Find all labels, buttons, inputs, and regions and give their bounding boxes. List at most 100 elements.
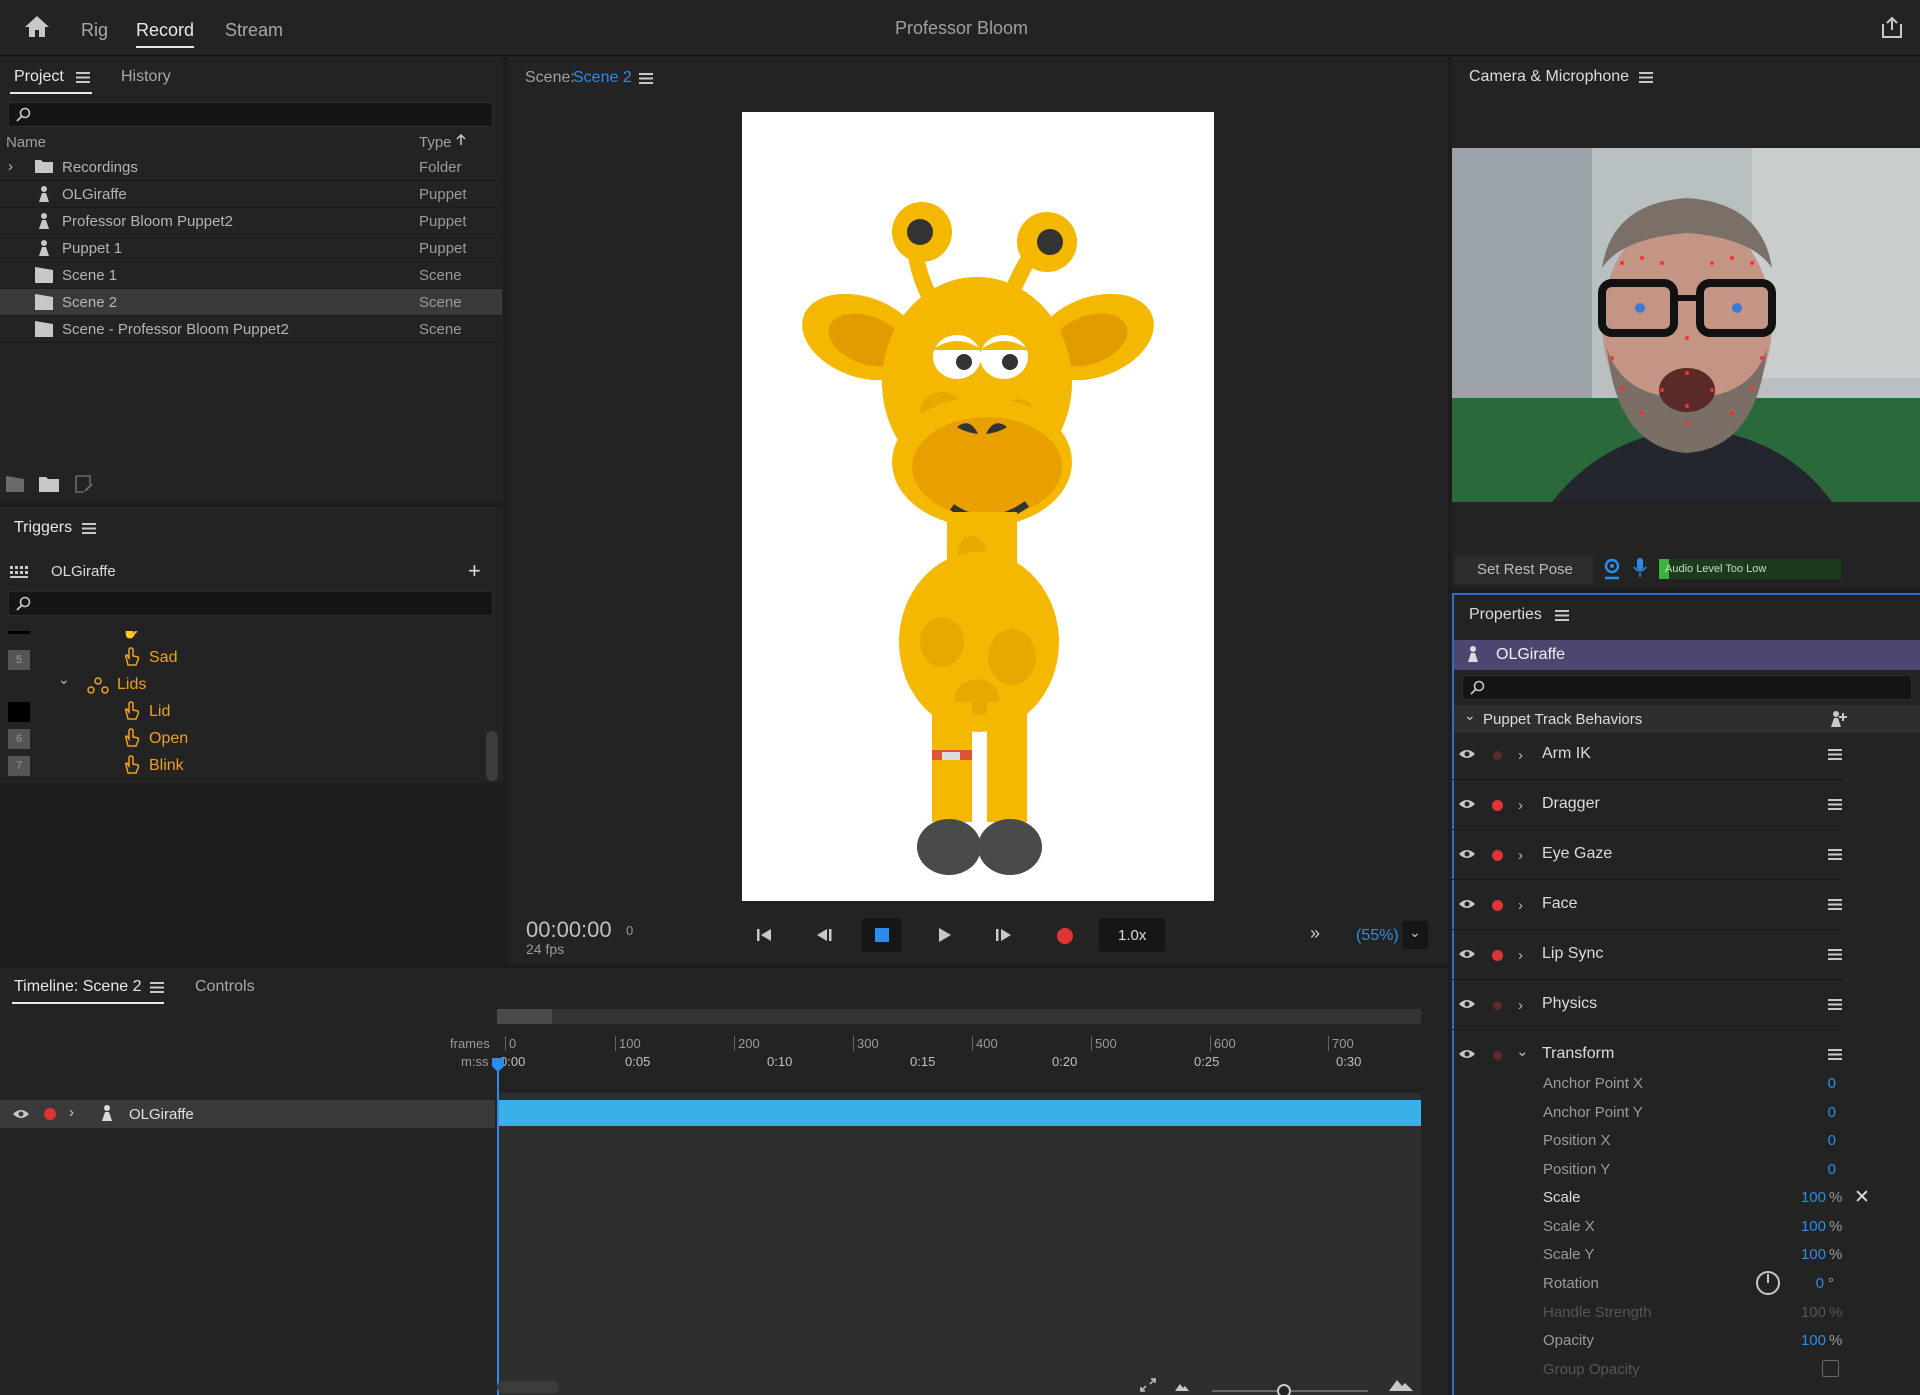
column-type-header[interactable]: Type: [419, 134, 452, 151]
list-item[interactable]: Scene - Professor Bloom Puppet2 Scene: [0, 316, 502, 343]
list-item[interactable]: › Recordings Folder: [0, 154, 502, 181]
eye-icon[interactable]: [12, 1108, 30, 1120]
eye-icon[interactable]: [1458, 848, 1476, 860]
triggers-scrollbar[interactable]: [486, 731, 498, 781]
behavior-menu-icon[interactable]: [1828, 799, 1842, 810]
new-folder-icon[interactable]: [38, 475, 60, 493]
playhead-handle[interactable]: [492, 1058, 504, 1072]
tab-history[interactable]: History: [121, 68, 171, 86]
add-behavior-icon[interactable]: [1829, 710, 1847, 728]
behavior-menu-icon[interactable]: [1828, 849, 1842, 860]
trigger-label[interactable]: Lid: [149, 703, 170, 721]
record-button[interactable]: [1057, 928, 1073, 944]
scene-stage[interactable]: [742, 112, 1214, 901]
fast-forward-icon[interactable]: »: [1310, 923, 1320, 944]
timeline-zoom-slider[interactable]: [1212, 1384, 1368, 1395]
add-trigger-button[interactable]: +: [468, 558, 481, 584]
properties-menu-icon[interactable]: [1555, 610, 1569, 621]
keyboard-icon[interactable]: [10, 566, 30, 578]
behavior-menu-icon[interactable]: [1828, 999, 1842, 1010]
chevron-right-icon[interactable]: ›: [69, 1104, 74, 1121]
new-item-icon[interactable]: [74, 474, 94, 494]
behavior-row-arm-ik[interactable]: › Arm IK: [1452, 730, 1842, 780]
track-header[interactable]: › OLGiraffe: [0, 1100, 495, 1128]
step-forward-icon[interactable]: [995, 927, 1013, 943]
stop-button[interactable]: [862, 918, 902, 952]
behavior-menu-icon[interactable]: [1828, 899, 1842, 910]
sort-ascending-icon[interactable]: [456, 134, 466, 146]
record-arm-dot[interactable]: [1492, 900, 1503, 911]
microphone-icon[interactable]: [1633, 557, 1647, 579]
list-item[interactable]: Scene 1 Scene: [0, 262, 502, 289]
triggers-search-input[interactable]: [8, 591, 493, 616]
chevron-right-icon[interactable]: ›: [1518, 897, 1523, 914]
param-value[interactable]: 100: [1780, 1332, 1826, 1349]
list-item[interactable]: OLGiraffe Puppet: [0, 181, 502, 208]
chevron-down-icon[interactable]: ⌄: [1516, 1042, 1529, 1060]
chevron-right-icon[interactable]: ›: [1518, 947, 1523, 964]
scene-menu-icon[interactable]: [639, 73, 653, 84]
trigger-label[interactable]: Sad: [149, 649, 177, 667]
tab-rig[interactable]: Rig: [81, 20, 108, 41]
tab-project[interactable]: Project: [14, 68, 64, 86]
tab-timeline[interactable]: Timeline: Scene 2: [14, 978, 141, 996]
behaviors-section-header[interactable]: ⌄ Puppet Track Behaviors: [1454, 705, 1920, 733]
tab-stream[interactable]: Stream: [225, 20, 283, 41]
list-item[interactable]: Puppet 1 Puppet: [0, 235, 502, 262]
timeline-scroll-thumb[interactable]: [497, 1009, 552, 1024]
timeline-hscroll[interactable]: [497, 1381, 559, 1393]
chevron-right-icon[interactable]: ›: [1518, 847, 1523, 864]
param-value[interactable]: 0: [1800, 1104, 1836, 1121]
eye-icon[interactable]: [1458, 748, 1476, 760]
chevron-down-icon[interactable]: ⌄: [58, 671, 70, 688]
record-arm-dot[interactable]: [1493, 751, 1502, 760]
behavior-row-transform[interactable]: ⌄ Transform: [1452, 1030, 1842, 1080]
behavior-row-face[interactable]: › Face: [1452, 880, 1842, 930]
param-value[interactable]: 100: [1780, 1218, 1826, 1235]
tab-controls[interactable]: Controls: [195, 978, 255, 996]
behavior-menu-icon[interactable]: [1828, 749, 1842, 760]
zoom-level[interactable]: (55%): [1356, 927, 1399, 945]
play-icon[interactable]: [936, 927, 952, 943]
zoom-in-mountain-icon[interactable]: [1388, 1376, 1414, 1392]
param-value[interactable]: 0: [1800, 1275, 1824, 1292]
chevron-right-icon[interactable]: ›: [1518, 997, 1523, 1014]
properties-search-input[interactable]: [1462, 675, 1912, 700]
record-arm-dot[interactable]: [1493, 1051, 1502, 1060]
step-back-icon[interactable]: [815, 927, 833, 943]
scene-name-link[interactable]: Scene 2: [573, 69, 632, 87]
chevron-right-icon[interactable]: ›: [1518, 797, 1523, 814]
eye-icon[interactable]: [1458, 998, 1476, 1010]
behavior-row-dragger[interactable]: › Dragger: [1452, 780, 1842, 830]
set-rest-pose-button[interactable]: Set Rest Pose: [1455, 555, 1593, 584]
eye-icon[interactable]: [1458, 798, 1476, 810]
camera-toggle-icon[interactable]: [1603, 558, 1621, 580]
param-value[interactable]: 0: [1800, 1161, 1836, 1178]
behavior-menu-icon[interactable]: [1828, 949, 1842, 960]
triggers-menu-icon[interactable]: [82, 523, 96, 534]
go-to-start-icon[interactable]: [756, 927, 772, 943]
column-name-header[interactable]: Name: [6, 134, 46, 151]
timeline-menu-icon[interactable]: [150, 982, 164, 993]
eye-icon[interactable]: [1458, 898, 1476, 910]
behavior-menu-icon[interactable]: [1828, 1049, 1842, 1060]
record-arm-dot[interactable]: [1492, 950, 1503, 961]
expand-icon[interactable]: [1140, 1378, 1156, 1392]
track-clip-bar[interactable]: [497, 1100, 1421, 1126]
list-item[interactable]: Scene 2 Scene: [0, 289, 502, 316]
behavior-row-eye-gaze[interactable]: › Eye Gaze: [1452, 830, 1842, 880]
param-value[interactable]: 0: [1800, 1075, 1836, 1092]
playback-speed-field[interactable]: 1.0x: [1099, 918, 1165, 952]
record-arm-dot[interactable]: [1492, 800, 1503, 811]
camera-menu-icon[interactable]: [1639, 72, 1653, 83]
new-scene-icon[interactable]: [5, 475, 25, 493]
project-menu-icon[interactable]: [76, 72, 90, 83]
trigger-label[interactable]: Blink: [149, 757, 184, 775]
group-opacity-checkbox[interactable]: [1822, 1360, 1839, 1377]
timeline-zoom-knob[interactable]: [1277, 1384, 1291, 1395]
trigger-label[interactable]: Open: [149, 730, 188, 748]
zoom-out-mountain-icon[interactable]: [1174, 1380, 1190, 1392]
link-scale-toggle[interactable]: ✕: [1854, 1186, 1870, 1209]
home-icon[interactable]: [24, 14, 50, 38]
list-item[interactable]: Professor Bloom Puppet2 Puppet: [0, 208, 502, 235]
